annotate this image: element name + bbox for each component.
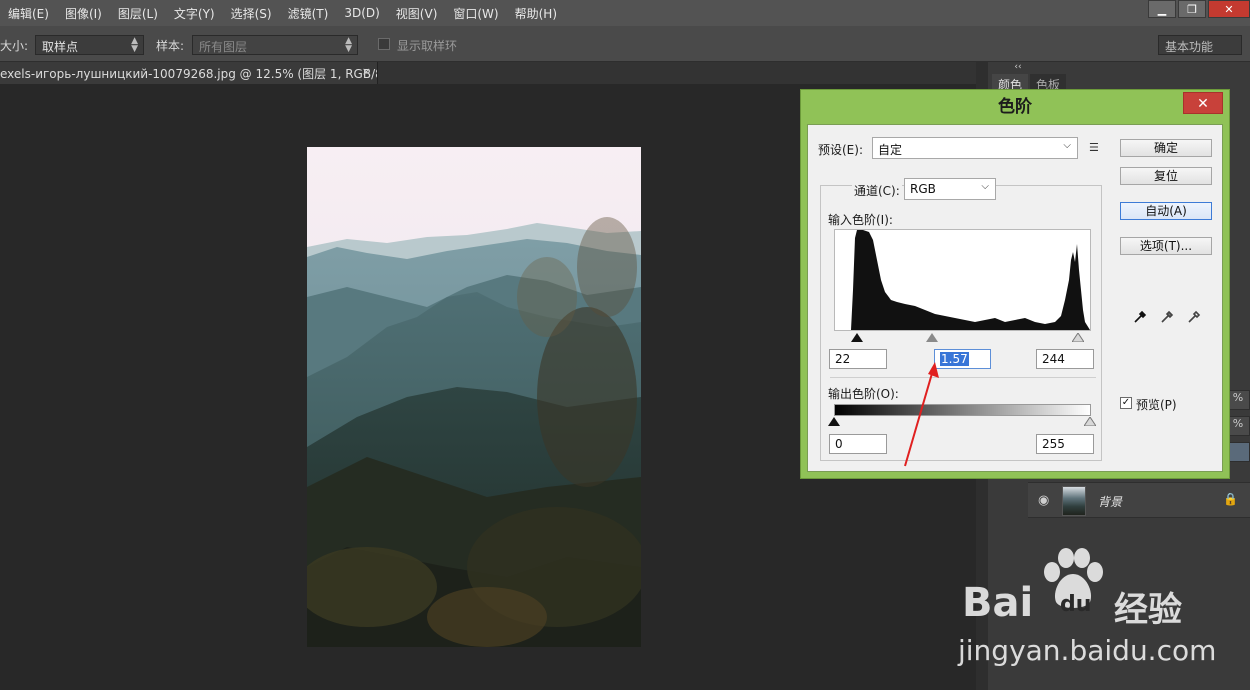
dialog-body: 预设(E): 自定 ⌵ ☰ 通道(C): RGB ⌵ 输入色阶(I): 22 1… [807, 124, 1223, 472]
updown-icon: ▲ ▼ [131, 36, 138, 54]
dialog-close-button[interactable]: ✕ [1183, 92, 1223, 114]
chevron-down-icon: ⌵ [981, 181, 989, 192]
output-black-slider[interactable] [828, 417, 840, 426]
menu-select[interactable]: 选择(S) [223, 5, 280, 22]
output-black-field[interactable]: 0 [829, 434, 887, 454]
mountain-photo-image [307, 147, 641, 647]
watermark-url: jingyan.baidu.com [958, 634, 1217, 667]
input-black-slider[interactable] [851, 333, 863, 342]
layer-name: 背景 [1098, 495, 1123, 509]
input-gamma-slider[interactable] [926, 333, 938, 342]
sample-size-select[interactable]: 取样点 ▲ ▼ [35, 35, 144, 55]
levels-dialog: 色阶 ✕ 预设(E): 自定 ⌵ ☰ 通道(C): RGB ⌵ 输入色阶(I):… [800, 89, 1230, 479]
minimize-button[interactable]: ▁ [1148, 0, 1176, 18]
menu-image[interactable]: 图像(I) [57, 5, 110, 22]
white-eyedropper-icon[interactable] [1186, 309, 1202, 325]
eye-icon[interactable]: ◉ [1038, 493, 1049, 508]
layer-row-background[interactable]: ◉ 背景 🔒 [1028, 482, 1250, 518]
watermark-brand-du: du [1060, 592, 1092, 617]
updown-icon: ▲ ▼ [345, 36, 352, 54]
histogram-graph [835, 230, 1090, 330]
preset-label: 预设(E): [818, 143, 863, 157]
preview-checkbox[interactable]: ✓ [1120, 397, 1132, 409]
reset-button[interactable]: 复位 [1120, 167, 1212, 185]
menu-help[interactable]: 帮助(H) [507, 5, 565, 22]
watermark-brand-cn: 经验 [1114, 590, 1182, 630]
workspace-value: 基本功能 [1165, 40, 1214, 54]
output-black-value: 0 [835, 437, 843, 451]
output-white-field[interactable]: 255 [1036, 434, 1094, 454]
document-photo [307, 147, 641, 647]
input-white-field[interactable]: 244 [1036, 349, 1094, 369]
show-ring-checkbox[interactable] [378, 38, 390, 50]
channel-select[interactable]: RGB ⌵ [904, 178, 996, 200]
window-controls: ▁ ❐ ✕ [1146, 0, 1250, 18]
menu-bar: 编辑(E) 图像(I) 图层(L) 文字(Y) 选择(S) 滤镜(T) 3D(D… [0, 0, 1250, 26]
options-bar: 大小: 取样点 ▲ ▼ 样本: 所有图层 ▲ ▼ 显示取样环 基本功能 [0, 26, 1250, 62]
document-title: exels-игорь-лушницкий-10079268.jpg @ 12.… [0, 67, 378, 81]
menu-view[interactable]: 视图(V) [388, 5, 446, 22]
preset-value: 自定 [878, 143, 903, 157]
black-eyedropper-icon[interactable] [1132, 309, 1148, 325]
output-white-value: 255 [1042, 437, 1065, 451]
histogram [834, 229, 1091, 331]
tab-strip [378, 62, 976, 84]
annotation-arrow [904, 362, 939, 467]
baidu-watermark: Bai du 经验 jingyan.baidu.com [956, 548, 1246, 688]
menu-filter[interactable]: 滤镜(T) [280, 5, 337, 22]
dialog-title: 色阶 [998, 97, 1032, 117]
chevron-down-icon: ⌵ [1063, 140, 1071, 151]
preset-select[interactable]: 自定 ⌵ [872, 137, 1078, 159]
menu-edit[interactable]: 编辑(E) [0, 5, 57, 22]
output-levels-label: 输出色阶(O): [828, 387, 899, 401]
output-gradient [834, 404, 1091, 416]
lock-icon: 🔒 [1223, 492, 1238, 506]
layer-thumbnail [1062, 486, 1086, 516]
document-tab[interactable]: exels-игорь-лушницкий-10079268.jpg @ 12.… [0, 62, 378, 84]
menu-3d[interactable]: 3D(D) [336, 6, 387, 20]
sample-label: 样本: [156, 39, 185, 53]
sample-value: 所有图层 [199, 40, 248, 54]
sample-select[interactable]: 所有图层 ▲ ▼ [192, 35, 358, 55]
input-black-value: 22 [835, 352, 851, 366]
channel-label: 通道(C): [852, 182, 902, 199]
restore-button[interactable]: ❐ [1178, 0, 1206, 18]
input-black-field[interactable]: 22 [829, 349, 887, 369]
menu-window[interactable]: 窗口(W) [445, 5, 506, 22]
ok-button[interactable]: 确定 [1120, 139, 1212, 157]
collapse-panels-icon[interactable]: ‹‹ [988, 62, 1048, 74]
divider [830, 377, 1096, 378]
sample-size-value: 取样点 [42, 40, 79, 54]
gray-eyedropper-icon[interactable] [1159, 309, 1175, 325]
close-window-button[interactable]: ✕ [1208, 0, 1250, 18]
input-white-slider[interactable] [1072, 333, 1084, 342]
output-white-slider[interactable] [1084, 417, 1096, 426]
input-levels-label: 输入色阶(I): [828, 213, 893, 227]
channel-value: RGB [910, 182, 936, 196]
preset-menu-icon[interactable]: ☰ [1089, 141, 1099, 154]
auto-button[interactable]: 自动(A) [1120, 202, 1212, 220]
show-ring-label: 显示取样环 [397, 39, 458, 53]
size-label: 大小: [0, 39, 29, 53]
preview-label: 预览(P) [1136, 398, 1177, 412]
watermark-brand: Bai [962, 580, 1034, 626]
close-tab-icon[interactable]: × [362, 65, 371, 78]
menu-type[interactable]: 文字(Y) [166, 5, 223, 22]
menu-layer[interactable]: 图层(L) [110, 5, 166, 22]
input-white-value: 244 [1042, 352, 1065, 366]
options-button[interactable]: 选项(T)... [1120, 237, 1212, 255]
workspace-select[interactable]: 基本功能 [1158, 35, 1242, 55]
